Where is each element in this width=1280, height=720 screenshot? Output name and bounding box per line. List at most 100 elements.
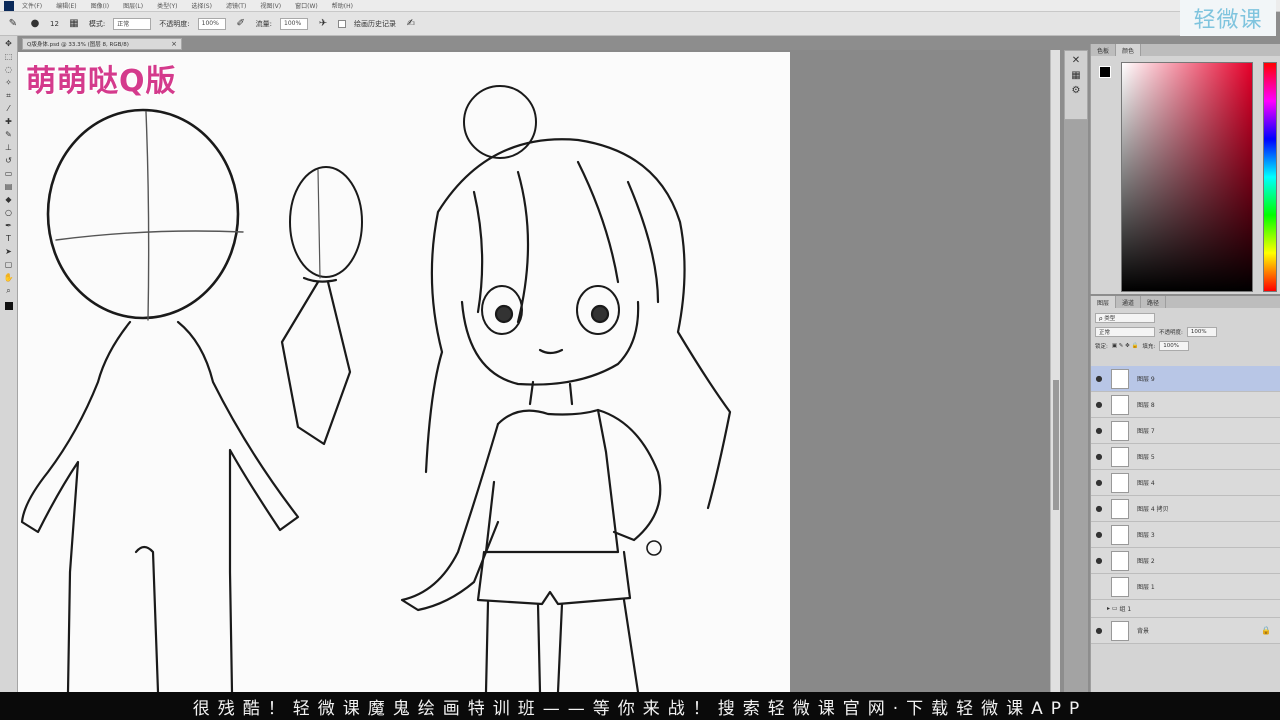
brush-presets-icon[interactable]: ▦ [1065,70,1087,81]
document-tab-title: Q版身体.psd @ 33.3% (图层 8, RGB/8) [27,42,129,48]
foreground-color-swatch[interactable] [4,302,13,310]
pressure-size-icon[interactable]: ✍ [404,17,418,31]
gradient-tool-icon[interactable]: ▤ [2,181,16,192]
lasso-tool-icon[interactable]: ◌ [2,64,16,75]
layer-row-background[interactable]: ● 背景 🔒 [1091,618,1280,644]
lock-icons[interactable]: ▣ ✎ ✥ 🔒 [1112,343,1139,349]
visibility-eye-icon[interactable]: ● [1091,504,1107,513]
eyedropper-tool-icon[interactable]: ⁄ [2,103,16,114]
menu-select[interactable]: 选择(S) [191,1,212,10]
layer-kind-filter[interactable]: ρ 类型 [1095,313,1155,323]
chibi-left-arm [400,422,500,612]
layer-thumbnail [1111,446,1129,467]
layer-name: 图层 7 [1137,428,1155,435]
menu-filter[interactable]: 滤镜(T) [226,1,246,10]
layer-row[interactable]: ● 图层 4 拷贝 [1091,496,1280,522]
chibi-hand-right [646,540,662,556]
fill-field[interactable]: 100% [1159,341,1190,351]
visibility-eye-icon[interactable]: ● [1091,530,1107,539]
history-brush-tool-icon[interactable]: ↺ [2,155,16,166]
airbrush-icon[interactable]: ✈ [316,17,330,31]
layer-row[interactable]: ● 图层 5 [1091,444,1280,470]
brush-preset-picker-icon[interactable]: ● [28,17,42,31]
flow-label: 流量: [255,19,272,28]
guide-body-right [176,320,300,692]
chibi-left-pupil [494,304,514,324]
hand-tool-icon[interactable]: ✋ [2,272,16,283]
scrollbar-thumb[interactable] [1053,380,1059,510]
layer-row[interactable]: ● 图层 2 [1091,548,1280,574]
drawing-canvas[interactable]: 萌萌哒Q版 [18,52,790,692]
pen-tool-icon[interactable]: ✒ [2,220,16,231]
lock-label: 锁定: [1095,344,1108,350]
hue-slider[interactable] [1263,62,1277,292]
shape-tool-icon[interactable]: ▢ [2,259,16,270]
eraser-tool-icon[interactable]: ▭ [2,168,16,179]
menu-bar: 文件(F) 编辑(E) 图像(I) 图层(L) 类型(Y) 选择(S) 滤镜(T… [0,0,1280,12]
mode-label: 模式: [88,19,106,28]
brush-tool-icon[interactable]: ✎ [6,17,20,31]
crop-tool-icon[interactable]: ⌗ [2,90,16,101]
color-saturation-field[interactable] [1121,62,1253,292]
visibility-eye-icon[interactable]: ● [1091,374,1107,383]
blur-tool-icon[interactable]: ◆ [2,194,16,205]
tab-swatches[interactable]: 色板 [1091,44,1117,56]
visibility-eye-icon[interactable]: ● [1091,626,1107,635]
close-panel-icon[interactable]: ✕ [1065,55,1087,66]
marquee-tool-icon[interactable]: ⬚ [2,51,16,62]
close-tab-icon[interactable]: × [171,40,177,48]
layer-thumbnail [1111,472,1129,493]
visibility-eye-icon[interactable]: ● [1091,478,1107,487]
layer-row[interactable]: ● 图层 8 [1091,392,1280,418]
chibi-ahoge [463,85,537,159]
tab-paths[interactable]: 路径 [1141,296,1167,308]
layer-row[interactable]: ● 图层 4 [1091,470,1280,496]
layer-group-row[interactable]: ▸ ▭ 组 1 [1091,600,1280,618]
layer-thumbnail [1111,368,1129,389]
history-checkbox[interactable] [338,19,346,28]
dodge-tool-icon[interactable]: ○ [2,207,16,218]
visibility-eye-icon[interactable]: ● [1091,556,1107,565]
menu-edit[interactable]: 编辑(E) [56,1,76,10]
layer-row[interactable]: 图层 1 [1091,574,1280,600]
brush-panel-toggle-icon[interactable]: ▦ [67,17,81,31]
type-tool-icon[interactable]: T [2,233,16,244]
menu-image[interactable]: 图像(I) [91,1,109,10]
foreground-color-picker[interactable] [1099,66,1111,78]
stamp-tool-icon[interactable]: ⊥ [2,142,16,153]
visibility-eye-icon[interactable]: ● [1091,400,1107,409]
magic-wand-tool-icon[interactable]: ✧ [2,77,16,88]
menu-help[interactable]: 帮助(H) [332,1,353,10]
menu-layer[interactable]: 图层(L) [123,1,143,10]
tab-layers[interactable]: 图层 [1091,296,1117,308]
chibi-face [460,300,640,386]
layer-row[interactable]: ● 图层 9 [1091,366,1280,392]
menu-window[interactable]: 窗口(W) [295,1,318,10]
clone-source-icon[interactable]: ⚙ [1065,85,1087,96]
layer-row[interactable]: ● 图层 7 [1091,418,1280,444]
mode-select[interactable]: 正常 [113,17,152,30]
menu-type[interactable]: 类型(Y) [157,1,177,10]
brush-tool-icon[interactable]: ✎ [2,129,16,140]
layer-opacity-field[interactable]: 100% [1186,327,1217,337]
healing-tool-icon[interactable]: ✚ [2,116,16,127]
blend-mode-select[interactable]: 正常 [1095,327,1155,337]
visibility-eye-icon[interactable]: ● [1091,452,1107,461]
menu-file[interactable]: 文件(F) [22,1,42,10]
tab-channels[interactable]: 通道 [1116,296,1142,308]
zoom-tool-icon[interactable]: ⌕ [2,285,16,296]
layer-thumbnail [1111,576,1129,597]
guide-small-head [289,166,363,278]
flow-field[interactable]: 100% [280,17,308,30]
canvas-vertical-scrollbar[interactable] [1050,50,1060,692]
visibility-eye-icon[interactable]: ● [1091,426,1107,435]
opacity-field[interactable]: 100% [197,17,226,30]
tab-color[interactable]: 颜色 [1116,44,1142,56]
document-tab[interactable]: Q版身体.psd @ 33.3% (图层 8, RGB/8) × [22,38,182,50]
layer-controls: ρ 类型 正常 不透明度: 100% 锁定: ▣ ✎ ✥ 🔒 填充: 100% [1091,308,1280,356]
path-select-tool-icon[interactable]: ➤ [2,246,16,257]
move-tool-icon[interactable]: ✥ [2,38,16,49]
pressure-opacity-icon[interactable]: ✐ [234,17,248,31]
layer-row[interactable]: ● 图层 3 [1091,522,1280,548]
menu-view[interactable]: 视图(V) [260,1,281,10]
